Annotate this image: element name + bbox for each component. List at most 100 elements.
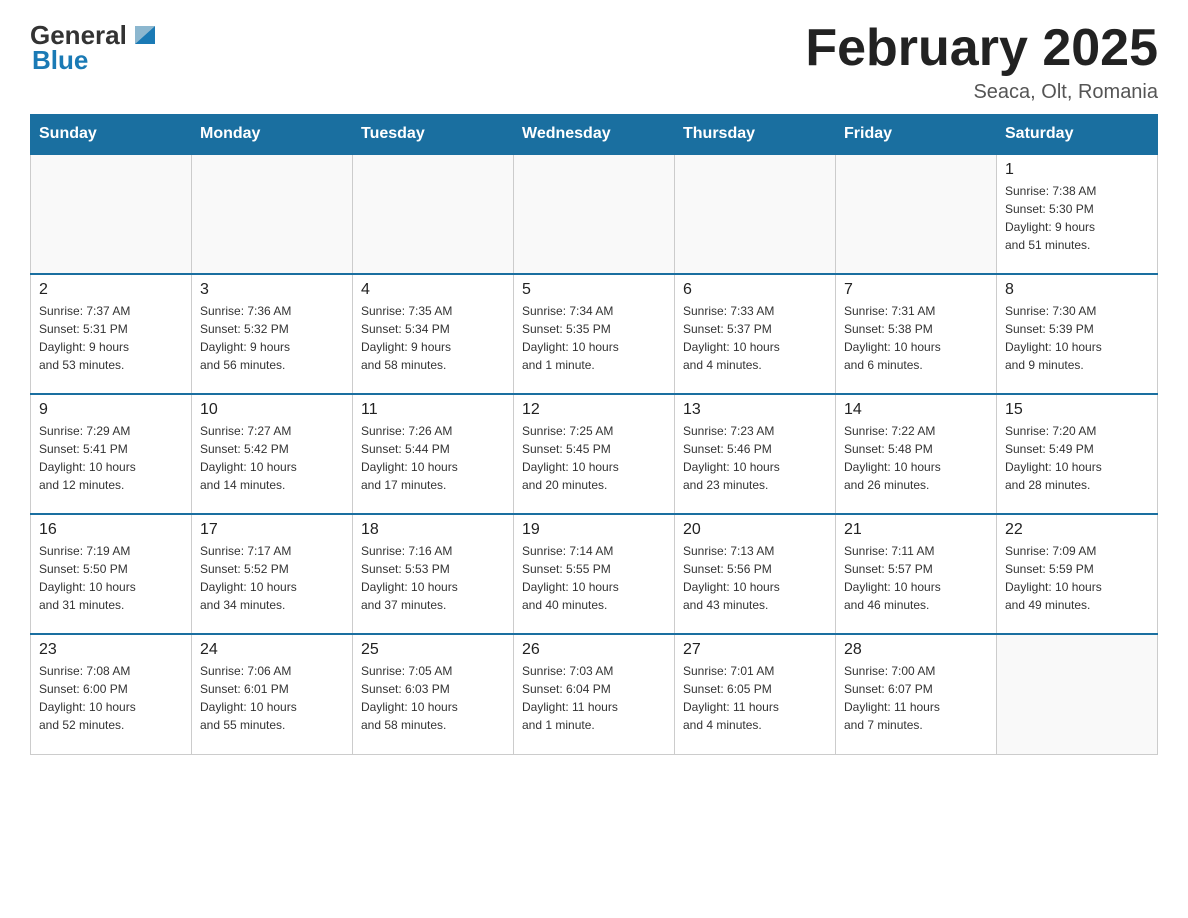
day-number: 23 <box>39 641 183 659</box>
calendar-cell: 14Sunrise: 7:22 AMSunset: 5:48 PMDayligh… <box>836 394 997 514</box>
day-number: 18 <box>361 521 505 539</box>
header-tuesday: Tuesday <box>353 115 514 155</box>
calendar-cell: 1 Sunrise: 7:38 AMSunset: 5:30 PMDaylight… <box>997 154 1158 274</box>
day-info: Sunrise: 7:36 AMSunset: 5:32 PMDaylight:… <box>200 302 344 374</box>
day-info: Sunrise: 7:01 AMSunset: 6:05 PMDaylight:… <box>683 662 827 734</box>
day-info: Sunrise: 7:06 AMSunset: 6:01 PMDaylight:… <box>200 662 344 734</box>
calendar-cell: 21 Sunrise: 7:11 AMSunset: 5:57 PMDayligh… <box>836 514 997 634</box>
day-info: Sunrise: 7:17 AMSunset: 5:52 PMDaylight:… <box>200 542 344 614</box>
day-info: Sunrise: 7:23 AMSunset: 5:46 PMDaylight:… <box>683 422 827 494</box>
day-info: Sunrise: 7:00 AMSunset: 6:07 PMDaylight:… <box>844 662 988 734</box>
month-title: February 2025 <box>805 20 1158 77</box>
day-number: 4 <box>361 281 505 299</box>
header-wednesday: Wednesday <box>514 115 675 155</box>
day-info: Sunrise: 7:25 AMSunset: 5:45 PMDaylight:… <box>522 422 666 494</box>
calendar-cell: 22 Sunrise: 7:09 AMSunset: 5:59 PMDayligh… <box>997 514 1158 634</box>
calendar-cell <box>192 154 353 274</box>
day-info: Sunrise: 7:08 AMSunset: 6:00 PMDaylight:… <box>39 662 183 734</box>
day-number: 1 <box>1005 161 1149 179</box>
day-number: 16 <box>39 521 183 539</box>
day-info: Sunrise: 7:30 AMSunset: 5:39 PMDaylight:… <box>1005 302 1149 374</box>
header-thursday: Thursday <box>675 115 836 155</box>
day-number: 12 <box>522 401 666 419</box>
day-number: 19 <box>522 521 666 539</box>
calendar-cell: 13 Sunrise: 7:23 AMSunset: 5:46 PMDayligh… <box>675 394 836 514</box>
header-saturday: Saturday <box>997 115 1158 155</box>
day-info: Sunrise: 7:05 AMSunset: 6:03 PMDaylight:… <box>361 662 505 734</box>
location: Seaca, Olt, Romania <box>805 81 1158 104</box>
day-number: 2 <box>39 281 183 299</box>
calendar-cell: 4 Sunrise: 7:35 AMSunset: 5:34 PMDaylight… <box>353 274 514 394</box>
day-info: Sunrise: 7:29 AMSunset: 5:41 PMDaylight:… <box>39 422 183 494</box>
day-info: Sunrise: 7:31 AMSunset: 5:38 PMDaylight:… <box>844 302 988 374</box>
calendar-cell: 9 Sunrise: 7:29 AMSunset: 5:41 PMDaylight… <box>31 394 192 514</box>
calendar-cell: 16 Sunrise: 7:19 AMSunset: 5:50 PMDayligh… <box>31 514 192 634</box>
day-number: 5 <box>522 281 666 299</box>
calendar-cell: 12 Sunrise: 7:25 AMSunset: 5:45 PMDayligh… <box>514 394 675 514</box>
header-sunday: Sunday <box>31 115 192 155</box>
day-info: Sunrise: 7:35 AMSunset: 5:34 PMDaylight:… <box>361 302 505 374</box>
day-info: Sunrise: 7:20 AMSunset: 5:49 PMDaylight:… <box>1005 422 1149 494</box>
calendar-cell <box>997 634 1158 754</box>
calendar-cell: 7 Sunrise: 7:31 AMSunset: 5:38 PMDaylight… <box>836 274 997 394</box>
calendar-week-row: 2 Sunrise: 7:37 AMSunset: 5:31 PMDaylight… <box>31 274 1158 394</box>
calendar-table: Sunday Monday Tuesday Wednesday Thursday… <box>30 114 1158 755</box>
header-monday: Monday <box>192 115 353 155</box>
calendar-cell: 15 Sunrise: 7:20 AMSunset: 5:49 PMDayligh… <box>997 394 1158 514</box>
day-number: 14 <box>844 401 988 419</box>
day-number: 7 <box>844 281 988 299</box>
day-info: Sunrise: 7:37 AMSunset: 5:31 PMDaylight:… <box>39 302 183 374</box>
weekday-header-row: Sunday Monday Tuesday Wednesday Thursday… <box>31 115 1158 155</box>
day-number: 26 <box>522 641 666 659</box>
day-info: Sunrise: 7:19 AMSunset: 5:50 PMDaylight:… <box>39 542 183 614</box>
day-number: 22 <box>1005 521 1149 539</box>
day-number: 21 <box>844 521 988 539</box>
calendar-cell: 28 Sunrise: 7:00 AMSunset: 6:07 PMDayligh… <box>836 634 997 754</box>
calendar-cell: 26 Sunrise: 7:03 AMSunset: 6:04 PMDayligh… <box>514 634 675 754</box>
day-info: Sunrise: 7:09 AMSunset: 5:59 PMDaylight:… <box>1005 542 1149 614</box>
calendar-cell: 5 Sunrise: 7:34 AMSunset: 5:35 PMDaylight… <box>514 274 675 394</box>
day-info: Sunrise: 7:38 AMSunset: 5:30 PMDaylight:… <box>1005 182 1149 254</box>
calendar-cell: 23 Sunrise: 7:08 AMSunset: 6:00 PMDayligh… <box>31 634 192 754</box>
calendar-cell: 2 Sunrise: 7:37 AMSunset: 5:31 PMDaylight… <box>31 274 192 394</box>
calendar-cell: 8 Sunrise: 7:30 AMSunset: 5:39 PMDaylight… <box>997 274 1158 394</box>
title-area: February 2025 Seaca, Olt, Romania <box>805 20 1158 104</box>
calendar-week-row: 1 Sunrise: 7:38 AMSunset: 5:30 PMDaylight… <box>31 154 1158 274</box>
day-number: 15 <box>1005 401 1149 419</box>
day-info: Sunrise: 7:34 AMSunset: 5:35 PMDaylight:… <box>522 302 666 374</box>
calendar-header: Sunday Monday Tuesday Wednesday Thursday… <box>31 115 1158 155</box>
day-number: 20 <box>683 521 827 539</box>
logo: General Blue <box>30 20 161 76</box>
calendar-cell: 24Sunrise: 7:06 AMSunset: 6:01 PMDayligh… <box>192 634 353 754</box>
day-info: Sunrise: 7:03 AMSunset: 6:04 PMDaylight:… <box>522 662 666 734</box>
calendar-cell: 18 Sunrise: 7:16 AMSunset: 5:53 PMDayligh… <box>353 514 514 634</box>
day-number: 10 <box>200 401 344 419</box>
calendar-cell: 6 Sunrise: 7:33 AMSunset: 5:37 PMDaylight… <box>675 274 836 394</box>
day-info: Sunrise: 7:16 AMSunset: 5:53 PMDaylight:… <box>361 542 505 614</box>
calendar-week-row: 9 Sunrise: 7:29 AMSunset: 5:41 PMDaylight… <box>31 394 1158 514</box>
day-number: 28 <box>844 641 988 659</box>
logo-blue-text: Blue <box>32 45 161 76</box>
day-info: Sunrise: 7:27 AMSunset: 5:42 PMDaylight:… <box>200 422 344 494</box>
day-number: 8 <box>1005 281 1149 299</box>
calendar-body: 1 Sunrise: 7:38 AMSunset: 5:30 PMDaylight… <box>31 154 1158 754</box>
calendar-week-row: 16 Sunrise: 7:19 AMSunset: 5:50 PMDayligh… <box>31 514 1158 634</box>
calendar-cell: 20 Sunrise: 7:13 AMSunset: 5:56 PMDayligh… <box>675 514 836 634</box>
calendar-cell: 10 Sunrise: 7:27 AMSunset: 5:42 PMDayligh… <box>192 394 353 514</box>
day-number: 9 <box>39 401 183 419</box>
day-info: Sunrise: 7:13 AMSunset: 5:56 PMDaylight:… <box>683 542 827 614</box>
calendar-week-row: 23 Sunrise: 7:08 AMSunset: 6:00 PMDayligh… <box>31 634 1158 754</box>
calendar-cell: 25Sunrise: 7:05 AMSunset: 6:03 PMDayligh… <box>353 634 514 754</box>
day-number: 13 <box>683 401 827 419</box>
day-number: 17 <box>200 521 344 539</box>
calendar-cell: 3Sunrise: 7:36 AMSunset: 5:32 PMDaylight… <box>192 274 353 394</box>
day-info: Sunrise: 7:11 AMSunset: 5:57 PMDaylight:… <box>844 542 988 614</box>
calendar-cell <box>514 154 675 274</box>
day-number: 6 <box>683 281 827 299</box>
calendar-cell <box>31 154 192 274</box>
day-info: Sunrise: 7:33 AMSunset: 5:37 PMDaylight:… <box>683 302 827 374</box>
page-header: General Blue February 2025 Seaca, Olt, R… <box>30 20 1158 104</box>
calendar-cell: 11Sunrise: 7:26 AMSunset: 5:44 PMDayligh… <box>353 394 514 514</box>
day-number: 27 <box>683 641 827 659</box>
calendar-cell: 27 Sunrise: 7:01 AMSunset: 6:05 PMDayligh… <box>675 634 836 754</box>
